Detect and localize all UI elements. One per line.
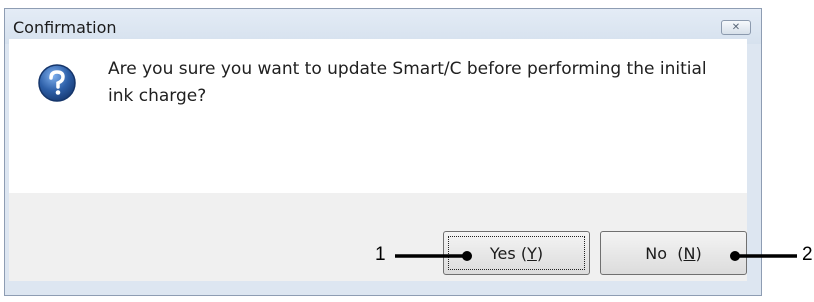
- dialog-title: Confirmation: [13, 18, 117, 37]
- no-mnemonic: N: [683, 243, 696, 263]
- close-button[interactable]: ✕: [721, 20, 751, 35]
- close-icon: ✕: [731, 22, 741, 33]
- callout-2-pointer: [730, 251, 797, 261]
- callout-2: 2: [802, 244, 813, 265]
- dialog-message: Are you sure you want to update Smart/C …: [108, 59, 707, 106]
- question-icon: [38, 64, 76, 102]
- no-button[interactable]: No (N): [600, 231, 747, 275]
- callout-1-pointer: [395, 251, 472, 261]
- no-button-label: No: [645, 243, 668, 263]
- callout-1: 1: [375, 244, 386, 265]
